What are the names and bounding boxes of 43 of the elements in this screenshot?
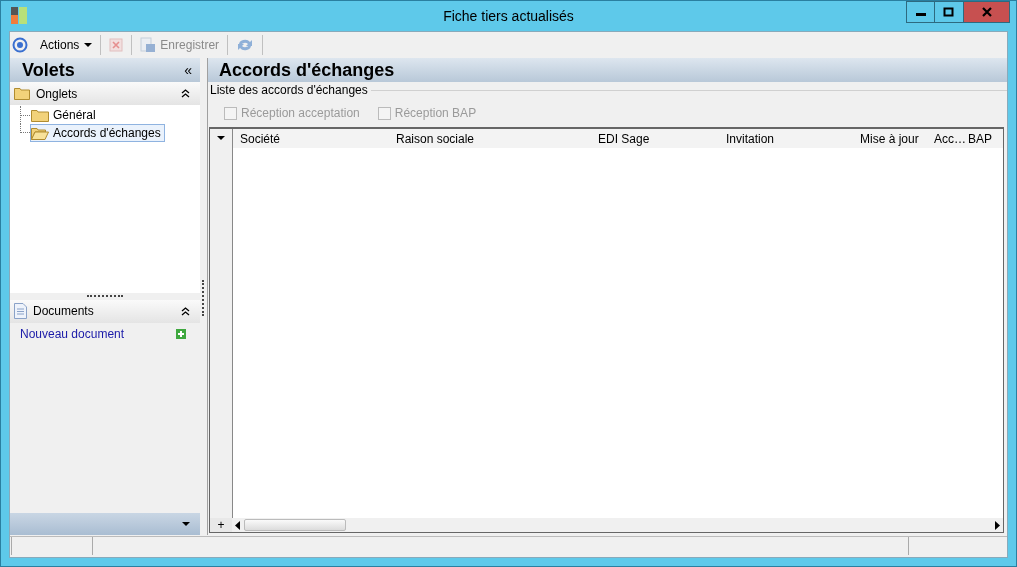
scrollbar-thumb[interactable] (244, 519, 346, 531)
horizontal-scrollbar[interactable] (232, 518, 1003, 532)
section-title: Documents (33, 304, 95, 318)
delete-icon (109, 38, 124, 52)
minimize-button[interactable] (906, 1, 935, 23)
dropdown-icon[interactable] (182, 521, 190, 527)
caret-icon (84, 42, 93, 48)
group-title: Liste des accords d'échanges (210, 83, 368, 97)
section-title: Onglets (36, 86, 79, 101)
scroll-left-icon[interactable] (234, 520, 242, 530)
maximize-button[interactable] (935, 1, 964, 23)
column-header[interactable]: Invitation (719, 131, 853, 146)
scroll-right-icon[interactable] (993, 520, 1001, 530)
collapse-icon[interactable] (181, 306, 190, 316)
save-icon (140, 37, 157, 53)
section-header[interactable]: Documents (10, 299, 200, 323)
new-document-link[interactable]: Nouveau document (20, 326, 125, 341)
add-row-button[interactable]: + (210, 518, 232, 532)
folder-icon (14, 87, 30, 100)
folder-icon (31, 126, 49, 140)
dropdown-icon[interactable] (217, 136, 225, 141)
target-icon (12, 37, 28, 53)
actions-menu[interactable]: Actions (37, 36, 96, 54)
section-header[interactable]: Onglets (10, 82, 200, 105)
collapse-button[interactable]: « (184, 63, 192, 77)
column-header[interactable]: Mise à jour (853, 131, 927, 146)
document-icon (14, 303, 27, 319)
close-button[interactable] (964, 1, 1010, 23)
collapse-icon[interactable] (181, 89, 190, 98)
column-header[interactable]: Raison sociale (389, 131, 591, 146)
folder-icon (31, 108, 49, 122)
app-icon (11, 7, 27, 24)
add-icon[interactable] (176, 328, 186, 339)
column-header[interactable]: EDI Sage (591, 131, 719, 146)
maximize-icon (943, 7, 955, 17)
close-icon (980, 7, 993, 17)
window-title: Fiche tiers actualisés (443, 8, 574, 24)
pane-title: Volets (22, 59, 75, 81)
column-header[interactable]: Société (233, 131, 389, 146)
content-title: Accords d'échanges (219, 59, 395, 81)
refresh-icon (236, 37, 255, 53)
tree-item[interactable]: Accords d'échanges (30, 124, 165, 142)
tree-item[interactable]: Général (30, 106, 100, 124)
